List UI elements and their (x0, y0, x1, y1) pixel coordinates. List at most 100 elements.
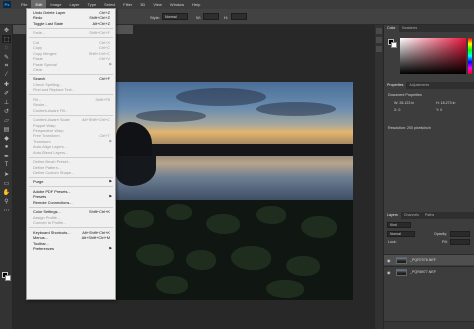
tab-paths[interactable]: Paths (422, 212, 437, 219)
photoshop-logo-icon[interactable]: Ps (3, 1, 11, 8)
menu-separator (29, 37, 113, 39)
layers-footer (384, 321, 474, 329)
stamp-tool-icon[interactable]: ⊥ (2, 98, 11, 106)
menu-separator (29, 206, 113, 208)
lock-label: Lock: (388, 240, 397, 244)
edit-menu-item[interactable]: Toggle Last State Alt+Ctrl+Z (27, 21, 115, 26)
opacity-field[interactable] (450, 231, 470, 237)
zoom-tool-icon[interactable]: ⚲ (2, 197, 11, 205)
edit-menu-dropdown: Undo Delete Layer Ctrl+Z Redo Shift+Ctrl+Z T… (26, 8, 116, 300)
tab-color[interactable]: Color (384, 25, 399, 32)
brush-panel-icon[interactable] (376, 37, 382, 43)
edit-menu-item: Convert to Profile... (27, 220, 115, 225)
panel-icon-strip (375, 25, 383, 329)
tab-swatches[interactable]: Swatches (399, 25, 421, 32)
menu-help[interactable]: Help (188, 0, 204, 9)
character-panel-icon[interactable] (376, 46, 382, 52)
menu-item-label: Cut (33, 39, 40, 45)
type-tool-icon[interactable]: T (2, 161, 11, 169)
tab-adjustments[interactable]: Adjustments (406, 82, 432, 89)
width-field[interactable] (203, 13, 219, 20)
brush-tool-icon[interactable]: ✐ (2, 89, 11, 97)
visibility-eye-icon[interactable]: ◉ (387, 270, 391, 275)
menu-item-label: Clear (33, 66, 43, 72)
tab-channels[interactable]: Channels (401, 212, 422, 219)
background-color-swatch[interactable] (5, 275, 11, 281)
menu-item-label: Convert to Profile... (33, 220, 67, 226)
menu-separator (29, 27, 113, 29)
layer-name: _PQR8977.NEF (410, 270, 436, 274)
tab-layers[interactable]: Layers (384, 212, 401, 219)
properties-title: Document Properties (388, 93, 422, 97)
move-tool-icon[interactable]: ✥ (2, 26, 11, 34)
marquee-tool-icon[interactable]: ⬚ (2, 35, 11, 43)
menu-item-label: Free Transform (33, 133, 60, 139)
eraser-tool-icon[interactable]: ▱ (2, 116, 11, 124)
menu-separator (29, 227, 113, 229)
menu-item-label: Fade... (33, 30, 46, 36)
color-panel-tabs: Color Swatches (384, 25, 474, 32)
quick-select-tool-icon[interactable]: ✎ (2, 53, 11, 61)
edit-menu-item: Find and Replace Text... (27, 87, 115, 92)
menu-separator (29, 176, 113, 178)
menu-item-label: Check Spelling... (33, 81, 63, 87)
shape-tool-icon[interactable]: ▭ (2, 179, 11, 187)
menu-item-label: Auto-Align Layers... (33, 144, 67, 150)
leaf-shape (156, 276, 188, 294)
blend-mode-select[interactable]: Normal (387, 231, 415, 237)
healing-tool-icon[interactable]: ✚ (2, 80, 11, 88)
menu-item-label: Define Brush Preset... (33, 159, 72, 165)
history-panel-icon[interactable] (376, 28, 382, 34)
lasso-tool-icon[interactable]: ◌ (2, 44, 11, 52)
leaf-shape (124, 210, 154, 228)
crop-tool-icon[interactable]: ⌗ (2, 62, 11, 70)
menu-item-label: Undo Delete Layer (33, 10, 66, 15)
visibility-eye-icon[interactable]: ◉ (387, 258, 391, 263)
layer-row[interactable]: ◉ _PQR8977.NEF (384, 266, 474, 277)
more-tools-icon[interactable]: ⋯ (2, 206, 11, 214)
menu-item-label: Presets (33, 194, 47, 200)
edit-menu-item: Define Custom Shape... (27, 170, 115, 175)
menu-view[interactable]: View (149, 0, 166, 9)
properties-y: Y: 0 (436, 108, 443, 112)
gradient-tool-icon[interactable]: ▤ (2, 125, 11, 133)
history-brush-tool-icon[interactable]: ↺ (2, 107, 11, 115)
edit-menu-item[interactable]: Preferences ▶ (27, 246, 115, 251)
height-field[interactable] (231, 13, 247, 20)
leaf-shape (266, 280, 304, 298)
image-canvas[interactable] (116, 82, 353, 300)
edit-menu-item: Auto-Blend Layers... (27, 150, 115, 155)
menu-filter[interactable]: Filter (119, 0, 136, 9)
layer-row[interactable]: ◉ _PQR7076.NEF (384, 254, 474, 265)
blur-tool-icon[interactable]: ◆ (2, 134, 11, 142)
color-picker-field[interactable] (400, 38, 466, 74)
leaf-shape (231, 246, 271, 270)
menu-item-label: Content-Aware Scale (33, 117, 70, 123)
menu-item-label: Color Settings... (33, 209, 61, 215)
cloud-shape (176, 88, 266, 106)
menu-window[interactable]: Window (166, 0, 188, 9)
pen-tool-icon[interactable]: ✒ (2, 152, 11, 160)
edit-menu-item[interactable]: Remote Connections... (27, 200, 115, 205)
eyedropper-tool-icon[interactable]: ⁄ (2, 71, 11, 79)
opacity-label: Opacity: (434, 232, 448, 236)
menu-separator (29, 114, 113, 116)
properties-panel-tabs: Properties Adjustments (384, 82, 474, 89)
leaf-shape (301, 216, 337, 238)
path-select-tool-icon[interactable]: ➤ (2, 170, 11, 178)
color-background-swatch[interactable] (391, 42, 397, 48)
menu-item-label: Content-Aware Fill... (33, 107, 69, 113)
properties-height: H: 18.273 in (436, 101, 456, 105)
menu-item-shortcut: Alt+Ctrl+Z (92, 20, 110, 26)
right-panels: Color Swatches Properties Adjustments Do… (383, 25, 474, 329)
dodge-tool-icon[interactable]: ● (2, 143, 11, 151)
menu-item-label: Toolbar... (33, 240, 49, 246)
hue-slider[interactable] (468, 38, 472, 74)
layer-kind-filter[interactable]: Kind (387, 222, 411, 228)
tab-properties[interactable]: Properties (384, 82, 407, 89)
edit-menu-item[interactable]: Purge ▶ (27, 179, 115, 184)
fill-field[interactable] (450, 239, 470, 245)
style-select[interactable]: Normal (162, 13, 188, 20)
menu-3d[interactable]: 3D (136, 0, 149, 9)
hand-tool-icon[interactable]: ✋ (2, 188, 11, 196)
